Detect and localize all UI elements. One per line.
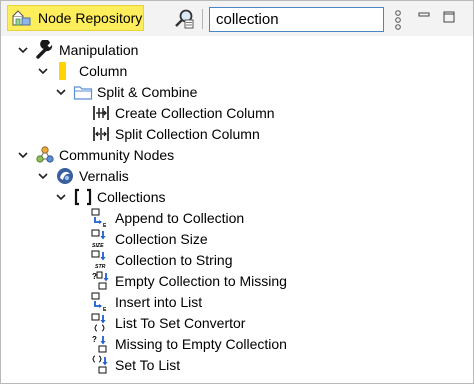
svg-text:?: ? <box>92 335 97 344</box>
missing-to-empty-icon: ? <box>92 335 107 352</box>
tree-label: Collection to String <box>115 251 233 268</box>
chevron-down-icon[interactable] <box>55 86 67 98</box>
wrench-icon <box>36 39 53 59</box>
tree-item-split-combine[interactable]: Split & Combine <box>55 81 197 102</box>
node-repository-panel: Node Repository collection Manipulation … <box>0 0 474 384</box>
create-collection-column-icon <box>93 105 109 120</box>
chevron-down-icon[interactable] <box>17 44 29 56</box>
svg-text:E: E <box>103 223 107 228</box>
tree-item-create-collection-column[interactable]: Create Collection Column <box>91 102 275 123</box>
tree-label: Create Collection Column <box>115 104 275 121</box>
tree-label: Column <box>79 62 128 79</box>
tree-label: Missing to Empty Collection <box>115 335 287 352</box>
tree-label: Collections <box>97 188 166 205</box>
node-tree: Manipulation Column Split & Combine Crea… <box>1 37 473 381</box>
search-input[interactable] <box>209 7 384 32</box>
tree-label: Split Collection Column <box>115 125 260 142</box>
tree-label: List To Set Convertor <box>115 314 246 331</box>
tab-label: Node Repository <box>38 10 143 26</box>
tree-item-community-nodes[interactable]: Community Nodes <box>17 144 174 165</box>
svg-text:E: E <box>103 307 107 312</box>
insert-into-list-icon: E <box>91 292 107 312</box>
tree-label: Set To List <box>115 356 181 373</box>
tree-label: Empty Collection to Missing <box>115 272 287 289</box>
tree-item-manipulation[interactable]: Manipulation <box>17 39 138 60</box>
folder-icon <box>73 85 93 100</box>
tree-label: Collection Size <box>115 230 208 247</box>
community-icon <box>36 145 54 163</box>
tree-label: Community Nodes <box>59 146 175 163</box>
chevron-down-icon[interactable] <box>37 65 49 77</box>
tree-label: Manipulation <box>59 41 139 58</box>
tree-item-append-to-collection[interactable]: E Append to Collection <box>91 207 244 228</box>
tree-item-vernalis[interactable]: Vernalis <box>37 165 129 186</box>
view-menu-icon[interactable] <box>393 10 403 30</box>
svg-text:SIZE: SIZE <box>92 243 104 249</box>
tree-item-set-to-list[interactable]: Set To List <box>91 354 180 375</box>
search-filter-button[interactable] <box>173 8 195 30</box>
set-to-list-icon <box>92 355 108 373</box>
list-to-set-icon <box>91 313 106 331</box>
tree-item-insert-into-list[interactable]: E Insert into List <box>91 291 202 312</box>
node-repository-icon <box>12 10 31 26</box>
panel-header: Node Repository <box>1 1 473 36</box>
svg-text:?: ? <box>92 272 97 281</box>
collection-size-icon: SIZE <box>91 229 106 249</box>
tree-item-missing-to-empty-collection[interactable]: ? Missing to Empty Collection <box>91 333 287 354</box>
column-icon <box>59 61 66 80</box>
tree-item-collections[interactable]: Collections <box>55 186 165 207</box>
tree-item-collection-to-string[interactable]: STR Collection to String <box>91 249 233 270</box>
tree-label: Append to Collection <box>115 209 245 226</box>
tree-label: Insert into List <box>115 293 203 310</box>
chevron-down-icon[interactable] <box>55 191 67 203</box>
svg-text:STR: STR <box>95 264 106 270</box>
append-to-collection-icon: E <box>91 208 107 228</box>
maximize-icon[interactable] <box>442 10 456 24</box>
tree-item-column[interactable]: Column <box>37 60 127 81</box>
node-repository-tab[interactable]: Node Repository <box>7 5 144 31</box>
search-filter-icon <box>175 9 194 29</box>
tree-item-empty-collection-to-missing[interactable]: ? Empty Collection to Missing <box>91 270 287 291</box>
split-collection-column-icon <box>93 126 109 141</box>
brackets-icon <box>74 188 92 205</box>
empty-to-missing-icon: ? <box>92 271 109 289</box>
toolbar-divider <box>202 9 203 29</box>
tree-item-list-to-set-convertor[interactable]: List To Set Convertor <box>91 312 245 333</box>
tree-label: Split & Combine <box>97 83 198 100</box>
tree-label: Vernalis <box>79 167 129 184</box>
tree-item-split-collection-column[interactable]: Split Collection Column <box>91 123 260 144</box>
chevron-down-icon[interactable] <box>37 170 49 182</box>
collection-to-string-icon: STR <box>91 250 106 270</box>
minimize-icon[interactable] <box>417 10 431 24</box>
chevron-down-icon[interactable] <box>17 149 29 161</box>
tree-item-collection-size[interactable]: SIZE Collection Size <box>91 228 208 249</box>
vernalis-icon <box>57 167 73 184</box>
